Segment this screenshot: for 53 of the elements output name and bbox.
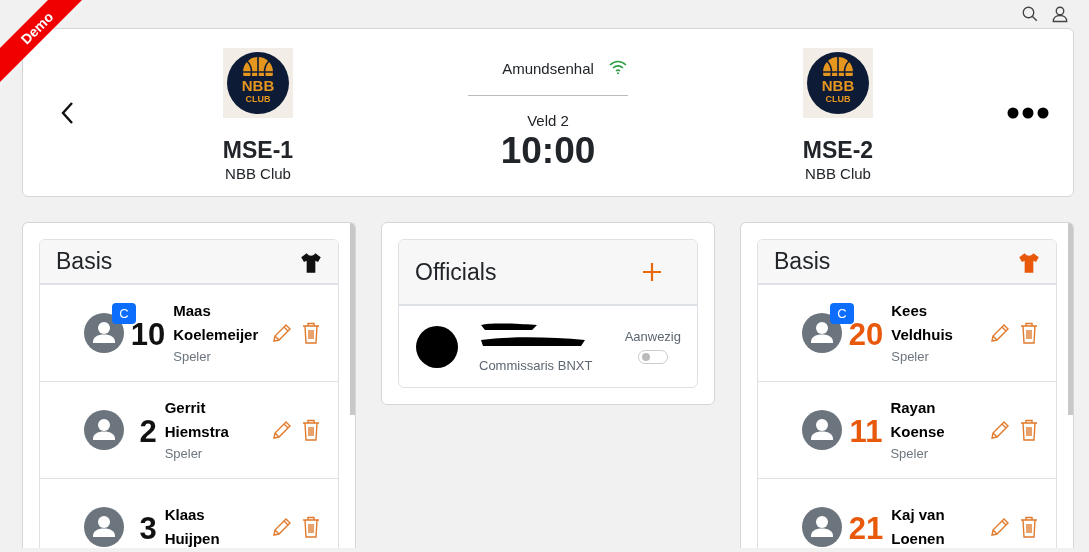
edit-icon[interactable]	[990, 323, 1010, 343]
back-icon[interactable]	[61, 100, 75, 125]
wifi-icon	[608, 58, 628, 75]
edit-icon[interactable]	[272, 420, 292, 440]
player-name: Kees Veldhuis	[891, 301, 954, 345]
club-logo: NBB CLUB	[803, 47, 873, 118]
delete-icon[interactable]	[302, 419, 320, 441]
jersey-number: 2	[139, 415, 157, 449]
player-role: Speler	[164, 445, 204, 463]
captain-badge: C	[830, 303, 854, 324]
club-name: NBB Club	[805, 163, 871, 184]
club-name: NBB Club	[225, 163, 291, 184]
player-name: Klaas Huijpen	[164, 505, 221, 548]
user-icon[interactable]	[1051, 5, 1069, 23]
delete-icon[interactable]	[1020, 419, 1038, 441]
presence-label: Aanwezig	[624, 329, 681, 344]
scrollbar[interactable]	[350, 223, 355, 415]
player-name: Kaj van Loenen	[891, 505, 946, 548]
player-name: Maas Koelemeijer	[173, 301, 260, 345]
player-role: Speler	[891, 348, 930, 366]
venue-name: Amundsenhal	[468, 54, 628, 96]
delete-icon[interactable]	[302, 516, 320, 538]
avatar-icon	[84, 410, 124, 450]
jersey-number: 11	[849, 415, 883, 449]
search-icon[interactable]	[1021, 5, 1039, 23]
section-title: Basis	[774, 248, 831, 275]
jersey-number: 21	[848, 512, 884, 546]
delete-icon[interactable]	[302, 322, 320, 344]
team-name: MSE-1	[222, 135, 294, 164]
avatar-icon	[802, 410, 842, 450]
official-role: Commissaris BNXT	[479, 358, 594, 373]
more-icon[interactable]	[1007, 106, 1049, 119]
edit-icon[interactable]	[272, 323, 292, 343]
edit-icon[interactable]	[990, 420, 1010, 440]
edit-icon[interactable]	[990, 517, 1010, 537]
delete-icon[interactable]	[1020, 516, 1038, 538]
player-role: Speler	[173, 348, 212, 366]
section-title: Basis	[56, 248, 113, 275]
jersey-number: 3	[139, 512, 157, 546]
player-name: Gerrit Hiemstra	[164, 398, 230, 442]
court-label: Veld 2	[527, 111, 569, 129]
player-name: Rayan Koense	[890, 398, 946, 442]
team-name: MSE-2	[802, 135, 874, 164]
captain-badge: C	[112, 303, 136, 324]
club-logo: NBB CLUB	[223, 47, 293, 118]
player-role: Speler	[890, 445, 929, 463]
match-time: 10:00	[500, 128, 596, 173]
add-icon[interactable]	[643, 263, 661, 281]
edit-icon[interactable]	[272, 517, 292, 537]
scrollbar[interactable]	[1068, 223, 1073, 415]
delete-icon[interactable]	[1020, 322, 1038, 344]
redacted-avatar	[415, 324, 459, 369]
section-title: Officials	[415, 258, 497, 286]
